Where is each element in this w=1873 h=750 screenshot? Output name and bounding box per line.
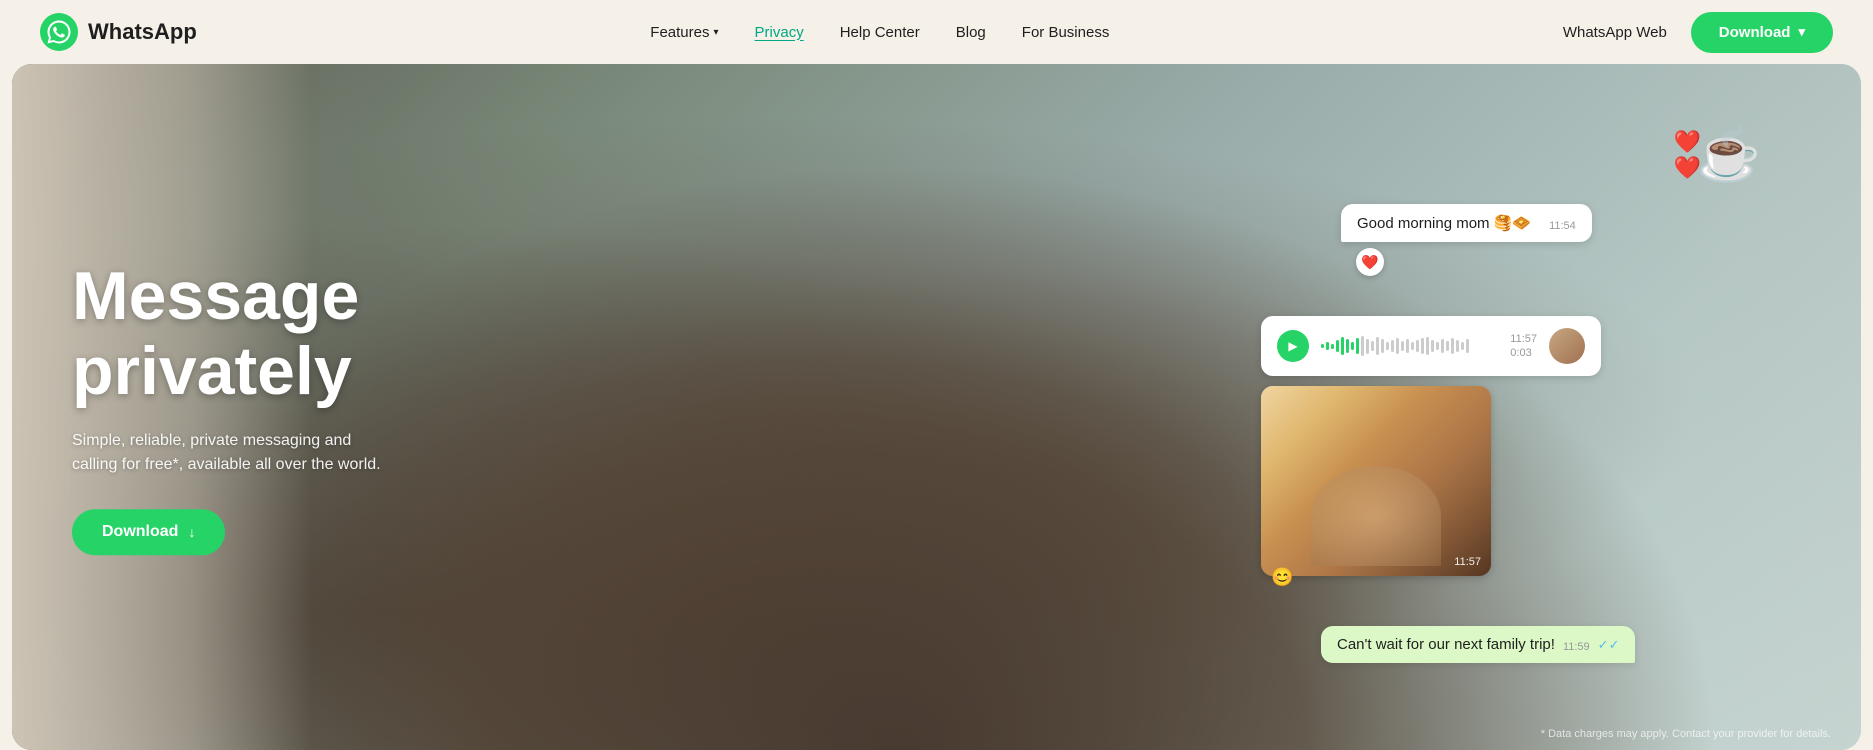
voice-avatar: [1549, 328, 1585, 364]
morning-reaction: ❤️: [1356, 248, 1384, 276]
nav-blog-link[interactable]: Blog: [956, 24, 986, 41]
nav-privacy-link[interactable]: Privacy: [755, 24, 804, 41]
voice-bubble: ▶ 11:57 0:03: [1261, 316, 1601, 376]
waveform-bar: [1356, 338, 1359, 354]
navbar: WhatsApp Features ▾ Privacy Help Center …: [0, 0, 1873, 64]
sticker-area: ❤️❤️ ☕: [1261, 124, 1761, 204]
voice-timestamp: 11:57: [1510, 333, 1537, 345]
waveform-bar: [1441, 339, 1444, 353]
photo-timestamp: 11:57: [1454, 556, 1481, 568]
nav-help-center-link[interactable]: Help Center: [840, 24, 920, 41]
double-check-icon: ✓✓: [1598, 637, 1620, 653]
voice-play-button[interactable]: ▶: [1277, 330, 1309, 362]
family-bubble: Can't wait for our next family trip! 11:…: [1321, 626, 1635, 663]
logo-link[interactable]: WhatsApp: [40, 13, 197, 51]
waveform-bar: [1456, 340, 1459, 352]
download-arrow-hero-icon: ↓: [188, 524, 195, 540]
waveform-bar: [1446, 341, 1449, 351]
hero-chat-area: ❤️❤️ ☕ Good morning mom 🥞🧇 11:54 ❤️ ▶ 11…: [1261, 124, 1761, 663]
whatsapp-logo-icon: [40, 13, 78, 51]
waveform-bar: [1321, 344, 1324, 348]
family-message-text: Can't wait for our next family trip!: [1337, 636, 1555, 653]
waveform-bar: [1331, 344, 1334, 349]
waveform-bar: [1431, 340, 1434, 352]
waveform-bar: [1346, 339, 1349, 353]
waveform-bar: [1336, 340, 1339, 352]
waveform-bar: [1411, 342, 1414, 350]
photo-bubble-container: 11:57 😊: [1261, 386, 1491, 576]
family-message-area: Can't wait for our next family trip! 11:…: [1261, 596, 1761, 663]
hero-section: Message privately Simple, reliable, priv…: [12, 64, 1861, 750]
voice-meta: 11:57 0:03: [1510, 333, 1537, 359]
hero-subtitle: Simple, reliable, private messaging and …: [72, 429, 392, 477]
nav-right: WhatsApp Web Download ▾: [1563, 12, 1833, 53]
coffee-sticker: ☕: [1696, 124, 1761, 185]
download-button-hero[interactable]: Download ↓: [72, 509, 225, 555]
whatsapp-web-link[interactable]: WhatsApp Web: [1563, 24, 1667, 41]
waveform-bar: [1366, 339, 1369, 354]
waveform-bar: [1361, 336, 1364, 356]
family-message-time: 11:59: [1563, 641, 1590, 653]
morning-message-text: Good morning mom 🥞🧇: [1357, 214, 1531, 232]
waveform-bar: [1376, 337, 1379, 355]
waveform-bar: [1426, 337, 1429, 355]
waveform-bar: [1386, 342, 1389, 350]
waveform-bar: [1391, 340, 1394, 352]
waveform-bar: [1416, 340, 1419, 352]
waveform-bar: [1401, 341, 1404, 351]
voice-elapsed: 0:03: [1510, 347, 1537, 359]
hero-title: Message privately: [72, 259, 392, 409]
waveform-bar: [1396, 338, 1399, 354]
morning-message-time: 11:54: [1549, 220, 1576, 232]
photo-bubble: 11:57: [1261, 386, 1491, 576]
waveform-bar: [1371, 341, 1374, 351]
download-button-nav[interactable]: Download ▾: [1691, 12, 1833, 53]
waveform-bar: [1341, 337, 1344, 355]
hero-footer-note: * Data charges may apply. Contact your p…: [1541, 728, 1831, 740]
waveform-bar: [1351, 342, 1354, 350]
download-arrow-icon: ▾: [1798, 24, 1805, 40]
waveform-bar: [1421, 338, 1424, 354]
chevron-down-icon: ▾: [713, 27, 718, 38]
brand-name: WhatsApp: [88, 19, 197, 45]
waveform-bar: [1466, 339, 1469, 353]
nav-features-link[interactable]: Features ▾: [650, 24, 718, 41]
voice-waveform: [1321, 332, 1498, 360]
nav-for-business-link[interactable]: For Business: [1022, 24, 1110, 41]
photo-reaction: 😊: [1271, 567, 1293, 588]
waveform-bar: [1451, 338, 1454, 354]
hero-content: Message privately Simple, reliable, priv…: [72, 259, 392, 555]
nav-center: Features ▾ Privacy Help Center Blog For …: [650, 24, 1109, 41]
morning-bubble: Good morning mom 🥞🧇 11:54: [1341, 204, 1592, 242]
waveform-bar: [1436, 342, 1439, 350]
morning-message-area: Good morning mom 🥞🧇 11:54 ❤️: [1261, 204, 1761, 276]
waveform-bar: [1326, 342, 1329, 350]
waveform-bar: [1406, 339, 1409, 353]
waveform-bar: [1381, 339, 1384, 353]
waveform-bar: [1461, 342, 1464, 350]
